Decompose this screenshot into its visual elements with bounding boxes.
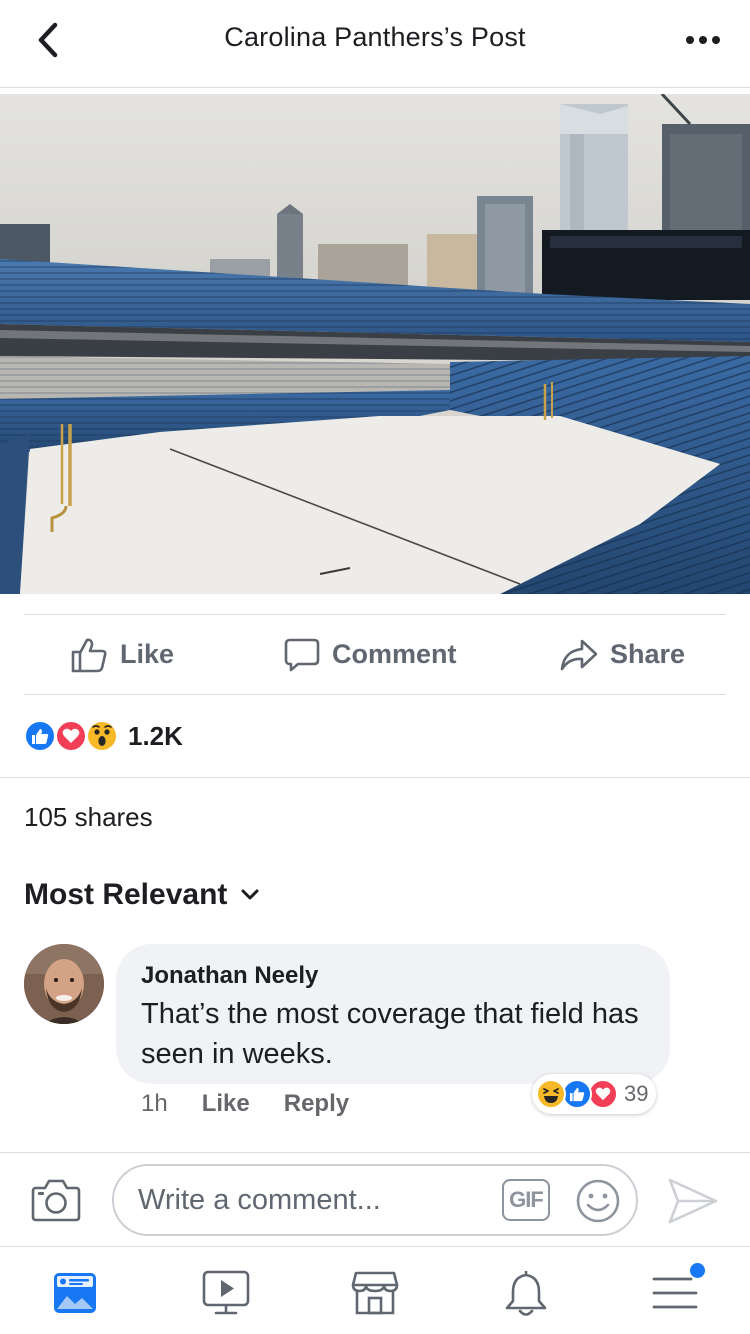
comment-label: Comment [332, 639, 457, 669]
comment-timestamp: 1h [141, 1090, 168, 1117]
share-arrow-icon [560, 639, 598, 670]
page-title: Carolina Panthers’s Post [224, 22, 526, 52]
marketplace-store-icon [351, 1271, 399, 1315]
shares-count[interactable]: 105 shares [24, 802, 153, 833]
stadium-image [0, 94, 750, 594]
gif-button[interactable]: GIF [502, 1179, 550, 1221]
like-reaction-icon [562, 1079, 592, 1109]
share-label: Share [610, 639, 686, 669]
more-horizontal-icon [686, 36, 720, 44]
comment-bubble: Jonathan Neely That’s the most coverage … [116, 944, 670, 1084]
more-options-button[interactable] [678, 20, 728, 60]
comment-reaction-count: 39 [624, 1081, 649, 1106]
post-action-bar: Like Comment Share [0, 615, 750, 694]
top-bar: Carolina Panthers’s Post [0, 0, 750, 88]
comment-text: That’s the most coverage that field has … [141, 998, 639, 1070]
comment-meta: 1h Like Reply [141, 1090, 349, 1118]
news-feed-icon [54, 1273, 96, 1313]
love-reaction-icon [588, 1079, 618, 1109]
comment-sort-dropdown[interactable]: Most Relevant [24, 878, 259, 912]
haha-reaction-icon [536, 1079, 566, 1109]
wow-reaction-icon [86, 720, 118, 752]
nav-news-feed[interactable] [47, 1265, 103, 1321]
like-label: Like [120, 639, 175, 669]
camera-icon [31, 1179, 81, 1222]
sort-label: Most Relevant [24, 878, 228, 911]
comment-like-link[interactable]: Like [202, 1090, 250, 1118]
love-reaction-icon [55, 720, 87, 752]
comment-reactions[interactable]: 39 [532, 1074, 657, 1114]
camera-button[interactable] [30, 1176, 82, 1224]
notification-badge [690, 1263, 705, 1278]
chevron-down-icon [241, 889, 259, 900]
smiley-icon [576, 1179, 620, 1223]
post-photo[interactable] [0, 94, 750, 594]
thumbs-up-icon [71, 638, 107, 672]
commenter-name[interactable]: Jonathan Neely [141, 962, 646, 990]
send-button[interactable] [666, 1176, 720, 1226]
comment-bubble-icon [284, 638, 320, 671]
bottom-navigation [0, 1246, 750, 1334]
divider [24, 694, 726, 695]
share-button[interactable]: Share [560, 615, 685, 694]
menu-hamburger-icon [652, 1277, 698, 1309]
chevron-left-icon [38, 22, 58, 58]
divider [0, 777, 750, 778]
commenter-avatar[interactable] [24, 944, 104, 1024]
send-icon [668, 1178, 718, 1224]
like-reaction-icon [24, 720, 56, 752]
watch-video-icon [202, 1270, 250, 1315]
nav-notifications[interactable] [498, 1265, 554, 1321]
divider [0, 1152, 750, 1153]
reaction-icons [24, 718, 124, 754]
comment-button[interactable]: Comment [284, 615, 457, 694]
comment-composer: GIF [112, 1164, 638, 1236]
avatar-image [24, 944, 104, 1024]
emoji-button[interactable] [574, 1177, 622, 1225]
comment-reply-link[interactable]: Reply [284, 1090, 349, 1118]
comment-input[interactable] [138, 1166, 488, 1234]
nav-watch[interactable] [198, 1265, 254, 1321]
reactions-summary[interactable]: 1.2K [24, 718, 183, 754]
back-button[interactable] [26, 18, 70, 62]
bell-icon [505, 1271, 547, 1316]
nav-marketplace[interactable] [347, 1265, 403, 1321]
like-button[interactable]: Like [70, 615, 174, 694]
reaction-count: 1.2K [128, 720, 183, 751]
